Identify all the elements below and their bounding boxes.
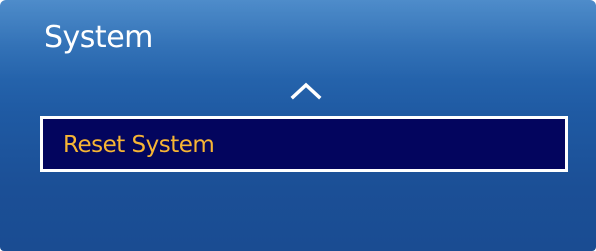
chevron-up-icon[interactable]	[289, 80, 323, 100]
system-menu-panel: System Reset System	[0, 0, 596, 251]
page-title: System	[44, 20, 153, 55]
menu-item-label: Reset System	[63, 132, 215, 158]
menu-item-reset-system[interactable]: Reset System	[40, 116, 568, 172]
